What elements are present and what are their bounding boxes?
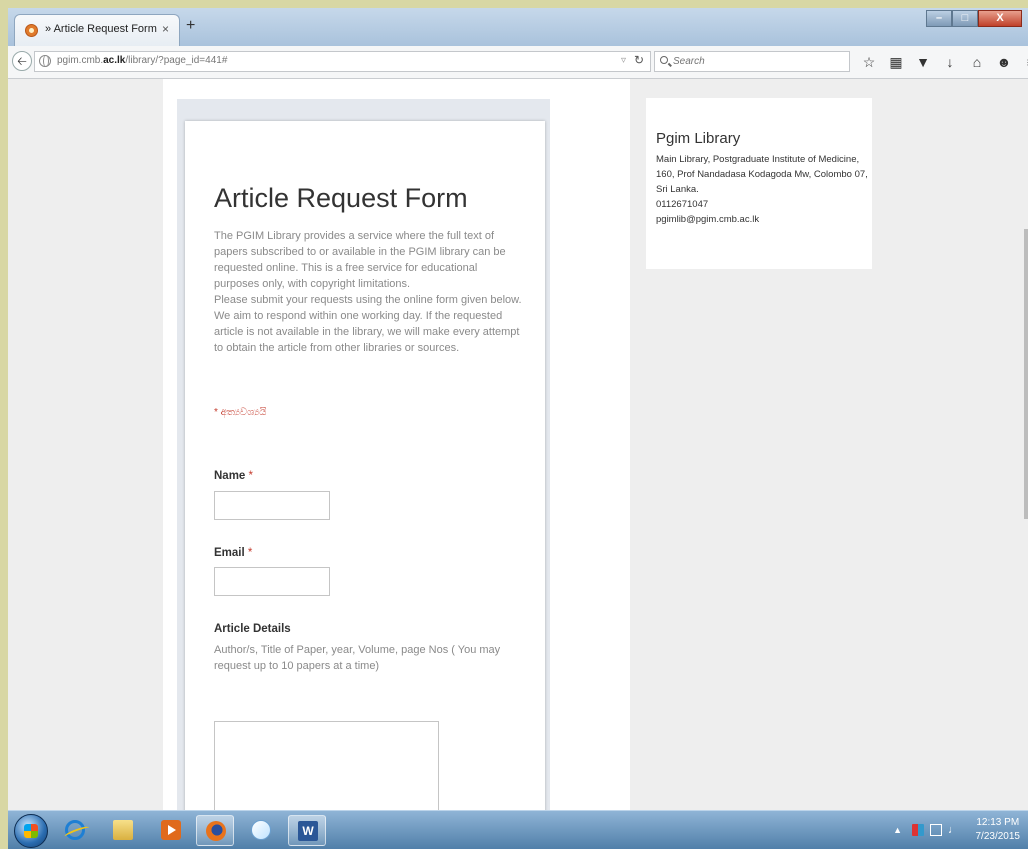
description-text: The PGIM Library provides a service wher… [214,230,506,290]
internet-explorer-icon [65,820,85,840]
show-hidden-icons-icon[interactable]: ▲ [893,825,902,835]
word-icon: W [298,821,318,841]
clock-time: 12:13 PM [976,817,1020,828]
word-taskbar-button[interactable]: W [288,815,326,846]
browser-tab-bar: » Article Request Form × + – □ X [8,8,1028,47]
instructions-text: Please submit your requests using the on… [214,294,522,354]
search-input[interactable] [673,54,843,69]
pocket-icon[interactable]: ▼ [912,53,934,71]
home-icon[interactable]: ⌂ [966,53,988,71]
reading-list-icon[interactable]: ▦ [885,53,907,71]
article-details-textarea[interactable] [214,721,439,810]
tab-title: » Article Request Form [45,23,157,35]
address-bar[interactable]: pgim.cmb.ac.lk/library/?page_id=441# ▿ ↻ [34,51,651,72]
firefox-icon [206,821,226,841]
folder-icon [113,820,133,840]
toolbar-icons: ☆ ▦ ▼ ↓ ⌂ ☻ ≡ [858,53,1028,71]
email-input[interactable] [214,567,330,596]
required-note: * අත්‍යවශ්‍යයි [214,407,267,418]
bookmark-star-icon[interactable]: ☆ [858,53,880,71]
required-asterisk: * [247,547,253,559]
name-label: Name * [214,470,254,482]
tab-article-request-form[interactable]: » Article Request Form × [14,14,180,46]
system-tray: ▲ ♩ 12:13 PM 7/23/2015 [872,811,1022,849]
window-controls: – □ X [926,10,1022,28]
volume-icon[interactable]: ♩ [948,824,960,836]
site-favicon-icon [25,24,38,37]
form-title: Article Request Form [214,183,468,213]
page-content: Article Request Form The PGIM Library pr… [8,79,1028,810]
firefox-taskbar-button[interactable] [196,815,234,846]
windows-taskbar: W ▲ ♩ 12:13 PM 7/23/2015 [8,810,1028,849]
start-button[interactable] [14,814,48,848]
reload-icon[interactable]: ↻ [634,53,644,67]
clock[interactable]: 12:13 PM 7/23/2015 [976,816,1021,844]
name-input[interactable] [214,491,330,520]
article-details-help: Author/s, Title of Paper, year, Volume, … [214,644,501,672]
form-description: The PGIM Library provides a service wher… [214,228,524,356]
minimize-button[interactable]: – [926,10,952,27]
chat-icon[interactable]: ☻ [993,53,1015,71]
new-tab-button[interactable]: + [186,18,195,34]
search-box[interactable] [654,51,850,72]
screen: » Article Request Form × + – □ X 🡠 pgim.… [8,8,1028,849]
url-text[interactable]: pgim.cmb.ac.lk/library/?page_id=441# [57,55,227,66]
article-request-form: Article Request Form The PGIM Library pr… [185,121,545,810]
media-player-icon [161,820,181,840]
library-email[interactable]: pgimlib@pgim.cmb.ac.lk [656,212,868,227]
library-info-widget: Pgim Library Main Library, Postgraduate … [646,98,872,269]
action-center-flag-icon[interactable] [912,824,924,836]
library-name: Pgim Library [656,130,741,147]
address-line: 160, Prof Nandadasa Kodagoda Mw, Colombo… [656,169,868,180]
globe-icon [39,55,51,67]
address-line: Main Library, Postgraduate Institute of … [656,154,860,165]
close-window-button[interactable]: X [978,10,1022,27]
search-icon [660,56,668,64]
article-details-label: Article Details [214,623,291,635]
back-button[interactable]: 🡠 [12,51,32,71]
scrollbar[interactable] [1024,229,1028,519]
email-label: Email * [214,547,253,559]
clock-date: 7/23/2015 [975,831,1021,842]
media-player-taskbar-button[interactable] [152,815,190,846]
paint-taskbar-button[interactable] [242,815,280,846]
navigation-toolbar: 🡠 pgim.cmb.ac.lk/library/?page_id=441# ▿… [8,46,1028,79]
library-phone: 0112671047 [656,199,709,210]
history-dropdown-icon[interactable]: ▿ [621,55,626,66]
required-asterisk: * [248,470,254,482]
download-icon[interactable]: ↓ [939,53,961,71]
paint-icon [251,820,271,840]
maximize-button[interactable]: □ [952,10,978,27]
address-line: Sri Lanka. [656,184,699,195]
library-address: Main Library, Postgraduate Institute of … [656,152,868,227]
file-explorer-taskbar-button[interactable] [104,815,142,846]
menu-icon[interactable]: ≡ [1020,53,1028,71]
tab-close-icon[interactable]: × [162,22,169,36]
network-icon[interactable] [930,824,942,836]
internet-explorer-taskbar-button[interactable] [56,815,94,846]
